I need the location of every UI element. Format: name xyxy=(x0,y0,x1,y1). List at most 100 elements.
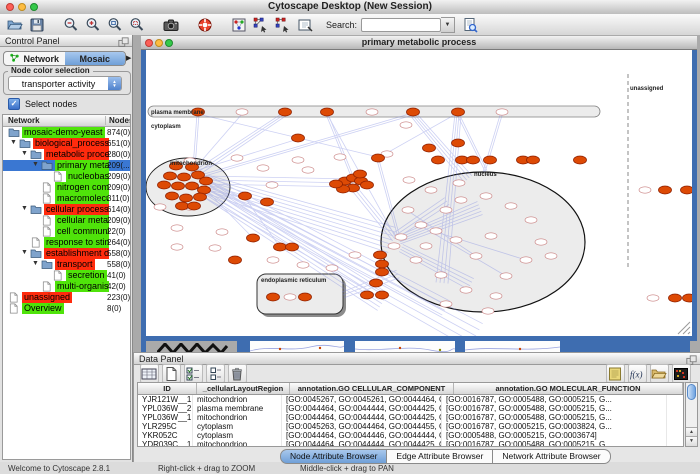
table-cell: YPL036W__1 xyxy=(138,413,193,422)
table-column-header[interactable]: ID xyxy=(138,383,197,394)
tree-row[interactable]: mosaic-demo-yeast874(0) xyxy=(3,127,130,138)
tree-row-label[interactable]: response to stimulus xyxy=(44,237,109,248)
scroll-down-button[interactable]: ▼ xyxy=(686,436,697,446)
formula-builder-icon[interactable]: f(x) xyxy=(628,364,647,383)
tab-scroll-right-icon[interactable]: ▶ xyxy=(126,54,131,62)
create-view-icon[interactable] xyxy=(252,16,270,34)
tree-row[interactable]: response to stimulus264(0) xyxy=(3,237,130,248)
table-cell: [GO:0016787, GO:0005488, GO:0005215, G..… xyxy=(442,395,667,404)
tree-row-label[interactable]: unassigned xyxy=(22,292,72,303)
tree-row[interactable]: cell communication22(0) xyxy=(3,226,130,237)
destroy-view-icon[interactable] xyxy=(274,16,292,34)
tree-row[interactable]: ▼primary metabolic process209(... xyxy=(3,160,130,171)
protein-node xyxy=(172,182,185,190)
tree-row-label[interactable]: primary metabolic process xyxy=(55,160,109,171)
tree-row-label[interactable]: Overview xyxy=(22,303,64,314)
table-row[interactable]: YPL036W__2plasma membrane[GO:0044464, GO… xyxy=(138,404,683,413)
tree-row-count: 558(0) xyxy=(107,248,131,259)
tree-row-label[interactable]: macromolecule xyxy=(55,193,109,204)
term-node xyxy=(545,253,557,259)
tree-row[interactable]: ▼metabolic process280(0) xyxy=(3,149,130,160)
table-row[interactable]: YDR039C__1mitochondrion[GO:0044464, GO:0… xyxy=(138,440,683,447)
open-attributes-icon[interactable] xyxy=(650,364,669,383)
tree-row-label[interactable]: metabolic process xyxy=(44,149,109,160)
tree-row-label[interactable]: secretion xyxy=(66,270,107,281)
term-node xyxy=(297,262,309,268)
term-node xyxy=(453,180,465,186)
float-panel-icon[interactable] xyxy=(118,37,129,50)
table-row[interactable]: YKR052Ccytoplasm[GO:0044464, GO:0044446,… xyxy=(138,431,683,440)
expander-icon[interactable]: ▼ xyxy=(21,205,28,212)
table-cell: [GO:0044464, GO:0044444, GO:0044425, G..… xyxy=(282,413,442,422)
node-color-dropdown[interactable]: transporter activity ▲▼ xyxy=(8,76,122,91)
zoom-fit-icon[interactable] xyxy=(106,16,124,34)
tree-row-label[interactable]: establishment of localization xyxy=(44,248,109,259)
open-file-icon[interactable] xyxy=(6,16,24,34)
attribute-matrix-icon[interactable] xyxy=(672,364,691,383)
expander-icon[interactable]: ▼ xyxy=(32,161,39,168)
expander-icon[interactable]: ▼ xyxy=(32,260,39,267)
network-canvas[interactable]: plasma membranecytoplasmmitochondrionnuc… xyxy=(146,50,692,336)
zoom-out-icon[interactable] xyxy=(62,16,80,34)
vizmapper-icon[interactable] xyxy=(230,16,248,34)
scrollbar-thumb[interactable] xyxy=(687,384,696,400)
tree-row-label[interactable]: cellular process xyxy=(44,204,109,215)
tree-row[interactable]: ▼ establishment of localization558(0) xyxy=(3,248,130,259)
search-input[interactable] xyxy=(361,18,441,32)
tree-row[interactable]: ▼biological_process651(0) xyxy=(3,138,130,149)
table-column-header[interactable]: annotation.GO CELLULAR_COMPONENT xyxy=(290,383,454,394)
tree-row[interactable]: nucleobase-containing209(0) xyxy=(3,171,130,182)
tree-row-label[interactable]: mosaic-demo-yeast xyxy=(22,127,105,138)
select-attributes-icon[interactable] xyxy=(184,364,203,383)
tree-row[interactable]: unassigned223(0) xyxy=(3,292,130,303)
tree-row[interactable]: ▼cellular process614(0) xyxy=(3,204,130,215)
select-nodes-checkbox[interactable]: ✓ xyxy=(8,98,20,110)
search-dropdown-arrow[interactable]: ▼ xyxy=(441,17,455,33)
import-attributes-icon[interactable] xyxy=(606,364,625,383)
protein-node xyxy=(527,156,540,164)
tree-row[interactable]: nitrogen compound209(0) xyxy=(3,182,130,193)
advanced-search-icon[interactable] xyxy=(461,16,479,34)
expander-icon[interactable]: ▼ xyxy=(21,150,28,157)
tree-row[interactable]: macromolecule311(0) xyxy=(3,193,130,204)
tree-row-label[interactable]: nucleobase-containing xyxy=(66,171,109,182)
table-row[interactable]: YLR295Ccytoplasm[GO:0045263, GO:0044464,… xyxy=(138,422,683,431)
annotation-icon[interactable] xyxy=(296,16,314,34)
region-label: cytoplasm xyxy=(151,124,181,130)
zoom-in-icon[interactable] xyxy=(84,16,102,34)
table-column-header[interactable]: _cellularLayoutRegion xyxy=(197,383,290,394)
protein-node xyxy=(407,108,420,116)
tree-row[interactable]: Overview8(0) xyxy=(3,303,130,314)
snapshot-icon[interactable] xyxy=(162,16,180,34)
save-icon[interactable] xyxy=(28,16,46,34)
table-row[interactable]: YJR121W__1mitochondrion[GO:0045267, GO:0… xyxy=(138,395,683,404)
background-windows xyxy=(141,341,697,352)
tab-network[interactable]: Network xyxy=(4,52,65,65)
tree-row-label[interactable]: multi-organism process xyxy=(55,281,109,292)
table-column-header[interactable]: annotation.GO MOLECULAR_FUNCTION xyxy=(454,383,683,394)
tree-row-count: 41(0) xyxy=(107,270,131,281)
tree-row-label[interactable]: cellular metabolic process xyxy=(55,215,109,226)
expander-icon[interactable]: ▼ xyxy=(10,139,17,146)
zoom-selected-icon[interactable] xyxy=(128,16,146,34)
status-message: Middle-click + drag to PAN xyxy=(300,464,394,473)
new-attribute-icon[interactable] xyxy=(162,364,181,383)
table-cell: cytoplasm xyxy=(193,431,282,440)
unselect-attributes-icon[interactable] xyxy=(206,364,225,383)
delete-attribute-icon[interactable] xyxy=(228,364,247,383)
help-icon[interactable] xyxy=(196,16,214,34)
tree-row[interactable]: multi-organism process42(0) xyxy=(3,281,130,292)
table-scrollbar[interactable]: ▲ ▼ xyxy=(685,382,698,447)
table-row[interactable]: YPL036W__1mitochondrion[GO:0044464, GO:0… xyxy=(138,413,683,422)
tree-row[interactable]: ▼transport558(0) xyxy=(3,259,130,270)
tree-row-label[interactable]: transport xyxy=(55,259,95,270)
attribute-select-icon[interactable] xyxy=(140,364,159,383)
table-cell: YPL036W__2 xyxy=(138,404,193,413)
expander-icon[interactable]: ▼ xyxy=(21,249,28,256)
tab-mosaic[interactable]: Mosaic xyxy=(65,52,126,65)
tree-row-label[interactable]: cell communication xyxy=(55,226,109,237)
tree-row-label[interactable]: nitrogen compound xyxy=(55,182,109,193)
tree-row-label[interactable]: biological_process xyxy=(33,138,109,149)
tree-row[interactable]: secretion41(0) xyxy=(3,270,130,281)
tree-row[interactable]: cellular metabolic process209(0) xyxy=(3,215,130,226)
